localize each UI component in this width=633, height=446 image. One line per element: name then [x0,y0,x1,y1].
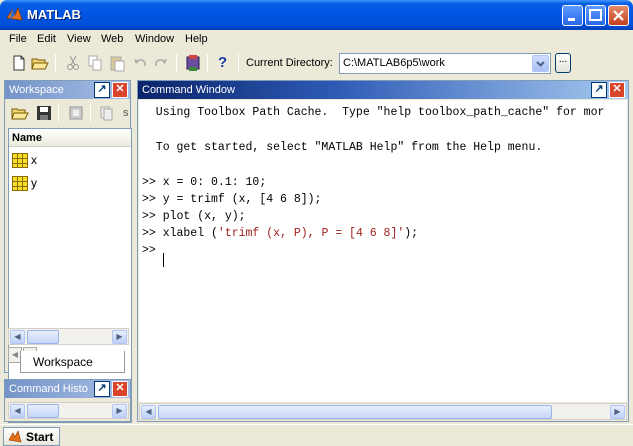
close-command-history-button[interactable]: ✕ [112,381,128,397]
close-button[interactable] [608,5,629,26]
menu-file[interactable]: File [9,33,27,45]
maximize-icon [589,9,602,21]
menu-bar: File Edit View Web Window Help [4,30,629,49]
workspace-toolbar: s [5,100,130,128]
workspace-horizontal-scrollbar[interactable]: ◀ ▶ [8,328,129,345]
matrix-variable-icon [12,176,28,191]
scroll-left-icon[interactable]: ◀ [10,404,25,418]
menu-view[interactable]: View [67,33,91,45]
cut-icon[interactable] [64,54,82,72]
workspace-title-bar: Workspace ↗ ✕ [5,81,130,99]
paste-icon[interactable] [108,54,126,72]
toolbar-separator [55,54,56,72]
open-folder-icon[interactable] [11,104,29,122]
minimize-icon [568,18,575,21]
help-icon[interactable]: ? [218,54,227,71]
matlab-start-icon [8,430,22,443]
chevron-down-icon [536,61,545,67]
name-column-header[interactable]: Name [9,129,131,147]
command-window-horizontal-scrollbar[interactable]: ◀ ▶ [139,403,627,420]
command-output-line: Using Toolbox Path Cache. Type "help too… [142,106,605,119]
command-input-line: >> plot (x, y); [142,210,246,223]
current-directory-value: C:\MATLAB6p5\work [343,57,445,69]
workspace-pane: Workspace ↗ ✕ s Name x y ◀ ▶ ◀ [4,80,132,423]
window-title: MATLAB [27,7,81,22]
command-history-title-bar: Command Histo ↗ ✕ [5,380,130,398]
command-input-line: >> xlabel ('trimf (x, P), P = [4 6 8]'); [142,227,418,240]
variable-name: x [31,153,37,167]
toolbar-separator [238,54,239,72]
close-workspace-button[interactable]: ✕ [112,82,128,98]
delete-icon[interactable] [97,104,115,122]
undock-command-window-button[interactable]: ↗ [591,82,607,98]
undo-icon[interactable] [131,54,149,72]
command-window-pane: Command Window ↗ ✕ Using Toolbox Path Ca… [137,80,629,422]
minimize-button[interactable] [562,5,583,26]
menu-edit[interactable]: Edit [37,33,56,45]
start-label: Start [26,430,54,444]
string-literal: 'trimf (x, P), P = [4 6 8]' [217,227,405,240]
current-directory-label: Current Directory: [246,57,333,69]
matlab-logo-icon [6,6,23,21]
directory-dropdown-button[interactable] [532,55,549,72]
close-icon [613,10,624,21]
toolbar-separator [176,54,177,72]
command-input-line: >> x = 0: 0.1: 10; [142,176,267,189]
command-window-text-area[interactable]: Using Toolbox Path Cache. Type "help too… [139,100,627,402]
scrollbar-thumb[interactable] [27,330,59,344]
scrollbar-thumb[interactable] [158,405,552,419]
tab-workspace[interactable]: Workspace [20,351,125,373]
close-command-window-button[interactable]: ✕ [609,82,625,98]
toolbar-separator [58,104,59,122]
array-editor-icon[interactable] [67,104,85,122]
scrollbar-thumb[interactable] [27,404,59,418]
scroll-right-icon[interactable]: ▶ [112,404,127,418]
command-input-line: >> y = trimf (x, [4 6 8]); [142,193,322,206]
command-window-title: Command Window [142,84,235,96]
scroll-right-icon[interactable]: ▶ [112,330,127,344]
undock-workspace-button[interactable]: ↗ [94,82,110,98]
command-history-horizontal-scrollbar[interactable]: ◀ ▶ [8,402,129,419]
command-prompt: >> [142,244,156,257]
workspace-toolbar-overflow-icon[interactable]: s [123,107,129,119]
scroll-right-icon[interactable]: ▶ [610,405,625,419]
command-history-pane: Command Histo ↗ ✕ ◀ ▶ [4,379,131,422]
menu-window[interactable]: Window [135,33,174,45]
matrix-variable-icon [12,153,28,168]
start-button[interactable]: Start [3,427,60,446]
maximize-button[interactable] [585,5,606,26]
command-window-title-bar: Command Window ↗ ✕ [138,81,628,99]
workspace-title: Workspace [9,84,64,96]
menu-web[interactable]: Web [101,33,123,45]
copy-icon[interactable] [86,54,104,72]
new-file-icon[interactable] [10,54,28,72]
text-cursor [163,253,164,267]
redo-icon[interactable] [152,54,170,72]
save-icon[interactable] [35,104,53,122]
open-folder-icon[interactable] [31,54,49,72]
toolbar-separator [90,104,91,122]
command-text: ); [404,227,419,240]
toolbar-separator [207,54,208,72]
menu-help[interactable]: Help [185,33,208,45]
main-toolbar: ? Current Directory: C:\MATLAB6p5\work .… [4,50,629,77]
title-bar: MATLAB [0,0,633,30]
scroll-left-icon[interactable]: ◀ [10,330,25,344]
command-text: >> xlabel ( [142,227,218,240]
undock-command-history-button[interactable]: ↗ [94,381,110,397]
simulink-icon[interactable] [184,54,202,72]
browse-directory-button[interactable]: ... [555,53,571,73]
current-directory-field[interactable]: C:\MATLAB6p5\work [339,53,551,74]
taskbar: Start [0,424,633,446]
scroll-left-icon[interactable]: ◀ [141,405,156,419]
command-output-line: To get started, select "MATLAB Help" fro… [142,141,543,154]
command-history-title: Command Histo [9,383,88,395]
variable-name: y [31,176,37,190]
